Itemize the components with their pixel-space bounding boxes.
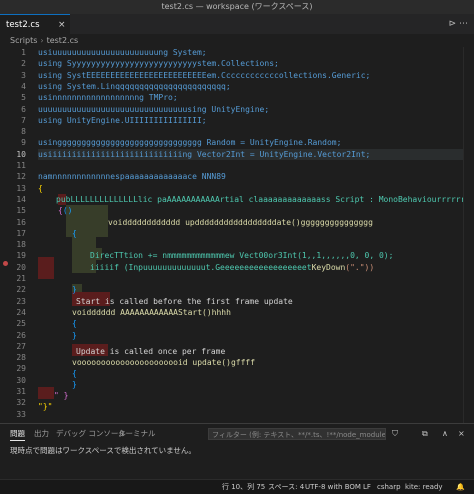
line-number: 18 [16,240,26,250]
close-icon[interactable]: × [58,15,66,35]
status-language[interactable]: csharp [377,480,401,494]
breakpoint-icon[interactable] [3,261,8,266]
code-line: voooooooooooooooooooooid update()gffff [72,358,256,367]
code-line: { [72,228,77,238]
line-number: 29 [16,364,26,374]
error-highlight [38,257,54,279]
line-number: 15 [16,206,26,216]
line-number: 22 [16,285,26,295]
code-line: namnnnnnnnnnnnnespaaaaaaaaaaaaace NNN89 [38,172,226,182]
line-number: 32 [16,398,26,408]
bell-icon[interactable]: 🔔 [456,480,465,494]
line-number-gutter: 1 2 3 4 5 6 7 8 9 10 11 12 13 14 15 16 1… [0,47,32,423]
code-line: } [72,285,77,295]
code-line: { [72,369,77,378]
line-number: 11 [16,161,26,170]
status-cursor-position[interactable]: 行 10、列 75 [222,480,265,494]
breadcrumb-file[interactable]: test2.cs [47,36,79,45]
line-number: 28 [16,353,26,363]
filter-icon[interactable]: ⛉ [392,428,398,440]
editor-actions-icon[interactable]: ⊳ ⋯ [449,14,468,34]
code-line: "}" [38,402,53,411]
line-number: 7 [21,115,26,125]
code-line: } [72,330,77,340]
close-panel-icon[interactable]: × [458,428,465,440]
line-number: 31 [16,387,26,396]
status-encoding[interactable]: UTF-8 with BOM [305,480,361,494]
code-line: voidddddd AAAAAAAAAAAAStart()hhhh [72,307,231,317]
line-number: 10 [16,149,26,159]
window-title: test2.cs — workspace (ワークスペース) [0,0,474,14]
code-line: {() [58,206,73,216]
code-line: using Syyyyyyyyyyyyyyyyyyyyyyyyyystem.Co… [38,59,279,69]
line-number: 17 [16,228,26,238]
line-number: 8 [21,127,26,137]
tab-problems[interactable]: 問題 [10,428,25,441]
line-number: 26 [16,330,26,340]
tab-debug-console[interactable]: デバッグ コンソール [56,428,126,440]
line-number: 9 [21,138,26,148]
line-number: 13 [16,183,26,193]
status-eol[interactable]: LF [363,480,371,494]
code-line: using System.Linqqqqqqqqqqqqqqqqqqqqqqq; [38,81,231,91]
code-line: Update is called once per frame [76,347,226,356]
bottom-panel: 問題 出力 デバッグ コンソール ターミナル フィルター (例: テキスト、**… [0,423,474,480]
line-number: 4 [21,81,26,91]
code-line: usiiiiiiiiiiiiiiiiiiiiiiiiiiiing Vector2… [38,149,371,159]
line-number: 1 [21,48,26,57]
code-line: using UnityEngine.UIIIIIIIIIIIIIII; [38,115,207,125]
code-editor[interactable]: 1 2 3 4 5 6 7 8 9 10 11 12 13 14 15 16 1… [0,47,474,423]
tab-label: test2.cs [6,20,40,30]
code-area[interactable]: usiuuuuuuuuuuuuuuuuuuuuuung System; usin… [38,47,474,423]
line-number: 33 [16,409,26,419]
breadcrumb: Scripts › test2.cs [0,34,474,47]
tab-terminal[interactable]: ターミナル [118,428,156,440]
problems-message: 現時点で問題はワークスペースで検出されていません。 [10,446,196,455]
error-highlight [38,387,54,399]
maximize-panel-icon[interactable]: ∧ [442,428,448,440]
line-number: 24 [16,307,26,317]
line-number: 30 [16,375,26,385]
status-bar: 行 10、列 75 スペース: 4 UTF-8 with BOM LF csha… [0,479,474,494]
line-number: 6 [21,104,26,114]
code-line: usiuuuuuuuuuuuuuuuuuuuuuung System; [38,48,207,57]
line-number: 3 [21,70,26,80]
status-kite[interactable]: kite: ready [405,480,443,494]
line-number: 16 [16,217,26,227]
code-line: " } [54,391,69,400]
code-line: { [72,319,77,329]
line-number: 14 [16,194,26,204]
line-number: 19 [16,251,26,261]
code-line: iiiiif (Inpuuuuuuuuuuuuut.Geeeeeeeeeeeee… [90,262,375,272]
line-number: 21 [16,274,26,283]
code-line: { [38,183,43,193]
code-line: voidddddddddddd updddddddddddddddddate()… [108,217,373,227]
line-number: 25 [16,319,26,329]
tab-test2-cs[interactable]: test2.cs × [0,14,70,34]
code-line: usingggggggggggggggggggggggggggggg Rando… [38,138,342,148]
line-number: 23 [16,296,26,306]
line-number: 5 [21,93,26,103]
status-indentation[interactable]: スペース: 4 [268,480,304,494]
vertical-scrollbar[interactable] [463,47,474,423]
code-line: uuuuuuuuuuuuuuuuuuuuuuuuuuuuuuusing Unit… [38,104,270,114]
line-number: 12 [16,172,26,182]
line-number: 27 [16,341,26,351]
breadcrumb-folder[interactable]: Scripts [10,36,37,45]
code-line: Start is called before the first frame u… [76,296,293,306]
code-line: } [72,380,77,389]
editor-tabs: test2.cs × ⊳ ⋯ [0,14,474,35]
tab-output[interactable]: 出力 [34,428,49,440]
copy-icon[interactable]: ⧉ [422,428,428,440]
code-line: DirecTTtion += nmmmmmmmmmmmmew Vect00or3… [90,251,394,261]
code-line: pubLLLLLLLLLLLLLLlic paAAAAAAAAAAArtial … [56,194,474,204]
problems-filter-input[interactable]: フィルター (例: テキスト、**/*.ts、!**/node_modules/… [208,428,386,440]
code-line: usinnnnnnnnnnnnnnnnnng TMPro; [38,93,178,103]
code-line: using SystEEEEEEEEEEEEEEEEEEEEEEEEEem.Cc… [38,70,371,80]
line-number: 2 [21,59,26,69]
